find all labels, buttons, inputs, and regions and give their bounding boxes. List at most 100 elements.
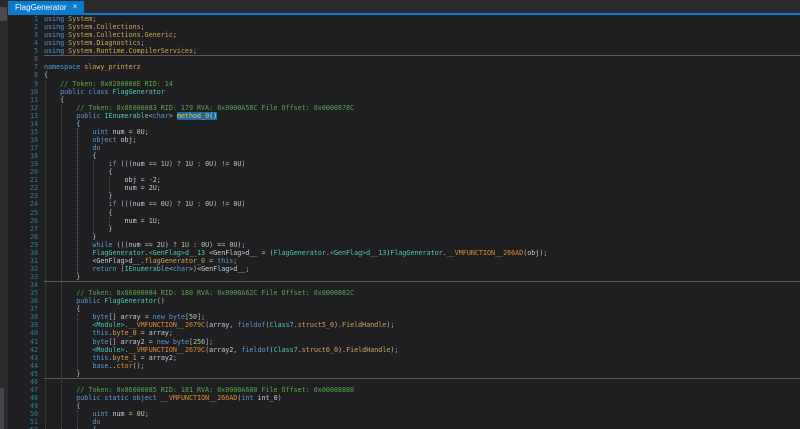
code-text: return (IEnumerable<char>)<GenFlag>d__; — [92, 264, 250, 273]
line-number: 51 — [29, 418, 38, 427]
code-text: public IEnumerable<char> method_0() — [76, 111, 218, 120]
line-number: 15 — [29, 127, 38, 136]
code-text: public FlagGenerator() — [76, 297, 165, 306]
code-line[interactable]: 43 this.byte_1 = array2; — [8, 354, 800, 362]
code-line[interactable]: 22 num = 2U; — [8, 184, 800, 192]
code-line[interactable]: 45 } — [8, 370, 800, 378]
line-number: 40 — [29, 329, 38, 338]
line-number: 16 — [29, 135, 38, 144]
code-line[interactable]: 25 { — [8, 209, 800, 217]
code-line[interactable]: 46 — [8, 378, 800, 386]
code-line[interactable]: 39 <Module>.__VMFUNCTION__2679C(array, f… — [8, 321, 800, 329]
line-number: 9 — [33, 79, 38, 88]
tab-title: FlagGenerator — [15, 2, 67, 12]
code-line[interactable]: 6 — [8, 55, 800, 63]
decompiler-window: FlagGenerator × 1 using System; 2 using Sys… — [0, 0, 800, 429]
code-line[interactable]: 11 { — [8, 96, 800, 104]
code-line[interactable]: 48 public static object __VMFUNCTION__26… — [8, 394, 800, 402]
code-line[interactable]: 30 FlagGenerator.<GenFlag>d__13 <GenFlag… — [8, 249, 800, 257]
code-line[interactable]: 28 } — [8, 233, 800, 241]
selected-symbol-highlight[interactable]: method_0 — [176, 111, 210, 120]
code-line[interactable]: 26 num = 1U; — [8, 217, 800, 225]
code-text: obj = -2; — [124, 176, 161, 185]
line-number: 7 — [33, 63, 38, 72]
line-number: 26 — [29, 216, 38, 225]
code-line[interactable]: 34 — [8, 281, 800, 289]
code-text: FlagGenerator.<GenFlag>d__13 <GenFlag>d_… — [92, 248, 548, 257]
code-text: byte[] array = new byte[50]; — [92, 313, 206, 322]
code-text: using System.Collections; — [44, 23, 145, 32]
code-line[interactable]: 19 if (((num == 1U) ? 1U : 0U) != 0U) — [8, 160, 800, 168]
code-line[interactable]: 49 { — [8, 402, 800, 410]
code-text: using System.Collections.Generic; — [44, 31, 177, 40]
tab-flaggenerator[interactable]: FlagGenerator × — [8, 1, 85, 13]
line-number: 48 — [29, 393, 38, 402]
code-line[interactable]: 32 return (IEnumerable<char>)<GenFlag>d_… — [8, 265, 800, 273]
code-line[interactable]: 38 byte[] array = new byte[50]; — [8, 313, 800, 321]
code-line[interactable]: 35 // Token: 0x06000084 RID: 180 RVA: 0x… — [8, 289, 800, 297]
code-text: while (((num == 2U) ? 1U : 0U) == 0U); — [92, 240, 246, 249]
code-line[interactable]: 8{ — [8, 71, 800, 79]
code-line[interactable]: 51 do — [8, 418, 800, 426]
code-line[interactable]: 27 } — [8, 225, 800, 233]
code-line[interactable]: 10 public class FlagGenerator — [8, 88, 800, 96]
line-number: 46 — [29, 377, 38, 386]
code-text: using System.Runtime.CompilerServices; — [44, 47, 198, 56]
code-line[interactable]: 20 { — [8, 168, 800, 176]
code-line[interactable]: 15 uint num = 0U; — [8, 128, 800, 136]
code-text: uint num = 0U; — [92, 127, 149, 136]
code-line[interactable]: 21 obj = -2; — [8, 176, 800, 184]
code-line[interactable]: 33 } — [8, 273, 800, 281]
code-line[interactable]: 42 <Module>.__VMFUNCTION__2679C(array2, … — [8, 346, 800, 354]
line-number: 32 — [29, 264, 38, 273]
code-line[interactable]: 40 this.byte_0 = array; — [8, 329, 800, 337]
code-text: do — [92, 144, 101, 152]
code-line[interactable]: 17 do — [8, 144, 800, 152]
code-text: { — [44, 168, 113, 177]
line-number: 34 — [29, 281, 38, 290]
code-line[interactable]: 3 using System.Collections.Generic; — [8, 31, 800, 39]
code-line[interactable]: 13 public IEnumerable<char> method_0() — [8, 111, 800, 120]
code-line[interactable]: 44 base..ctor(); — [8, 362, 800, 370]
code-line[interactable]: 47 // Token: 0x06000085 RID: 181 RVA: 0x… — [8, 386, 800, 394]
line-number: 10 — [29, 87, 38, 96]
code-text: this.byte_1 = array2; — [92, 353, 177, 362]
code-line[interactable]: 16 object obj; — [8, 136, 800, 144]
line-number: 29 — [29, 240, 38, 249]
code-text: object obj; — [92, 135, 137, 144]
code-text: // Token: 0x06000085 RID: 181 RVA: 0x000… — [76, 385, 355, 394]
code-line[interactable]: 5 using System.Runtime.CompilerServices; — [8, 47, 800, 55]
code-line[interactable]: 4 using System.Diagnostics; — [8, 39, 800, 47]
code-line[interactable]: 41 byte[] array2 = new byte[256]; — [8, 338, 800, 346]
line-number: 30 — [29, 248, 38, 257]
code-text: using System.Diagnostics; — [44, 39, 145, 48]
code-line[interactable]: 36 public FlagGenerator() — [8, 297, 800, 305]
line-number: 17 — [29, 144, 38, 152]
code-line[interactable]: 7 namespace slowy_printerz — [8, 63, 800, 71]
code-line[interactable]: 29 while (((num == 2U) ? 1U : 0U) == 0U)… — [8, 241, 800, 249]
code-line[interactable]: 14 { — [8, 120, 800, 128]
code-line[interactable]: 18 { — [8, 152, 800, 160]
code-text: using System; — [44, 15, 97, 23]
code-line[interactable]: 37 { — [8, 305, 800, 313]
line-number: 49 — [29, 402, 38, 410]
code-line[interactable]: 23 } — [8, 192, 800, 200]
code-line[interactable]: 12 // Token: 0x06000083 RID: 179 RVA: 0x… — [8, 104, 800, 112]
code-line[interactable]: 1 using System; — [8, 15, 800, 23]
line-number: 43 — [29, 353, 38, 362]
line-number: 8 — [33, 71, 38, 80]
code-text: this.byte_0 = array; — [92, 329, 173, 338]
code-text: { — [44, 152, 97, 161]
code-editor[interactable]: 1 using System; 2 using System.Collections;… — [8, 15, 800, 429]
code-text: } — [44, 224, 113, 233]
code-line[interactable]: 2 using System.Collections; — [8, 23, 800, 31]
tab-close-icon[interactable]: × — [73, 3, 78, 11]
line-number: 24 — [29, 200, 38, 209]
code-line[interactable]: 9 // Token: 0x0200000E RID: 14 — [8, 80, 800, 88]
left-panel-scroll-thumb[interactable] — [0, 7, 7, 21]
code-line[interactable]: 50 uint num = 0U; — [8, 410, 800, 418]
code-line[interactable]: 31 <GenFlag>d__.flagGenerator_0 = this; — [8, 257, 800, 265]
code-text: num = 2U; — [124, 184, 161, 193]
code-line[interactable]: 24 if (((num == 0U) ? 1U : 0U) != 0U) — [8, 200, 800, 208]
code-text: } — [44, 369, 81, 378]
